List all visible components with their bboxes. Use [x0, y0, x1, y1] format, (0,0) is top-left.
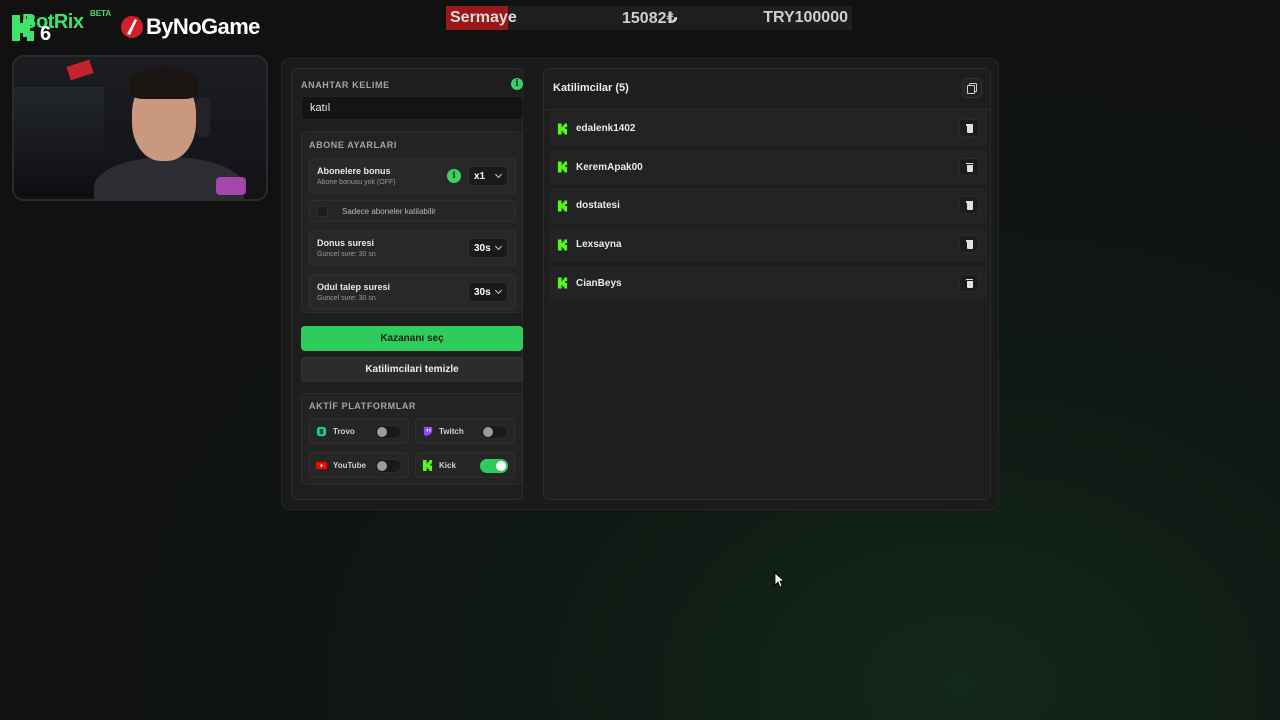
youtube-icon: [316, 461, 327, 469]
kick-toggle[interactable]: [480, 459, 508, 473]
flag-icon: [66, 59, 94, 81]
kick-icon: [557, 200, 568, 212]
subscriber-settings: ABONE AYARLARI Abonelere bonus Abone bon…: [301, 131, 523, 313]
subscribers-only-row[interactable]: Sadece aboneler katilabilir: [309, 200, 516, 222]
claim-duration-value: 30s: [474, 286, 491, 298]
claim-duration-select[interactable]: 30s: [468, 282, 508, 302]
bynogame-text: ByNoGame: [146, 14, 260, 39]
subscriber-bonus-row: Abonelere bonus Abone bonusu yok (OFF) i…: [309, 158, 516, 194]
brand-logos: BotRix 6 BETA ByNoGame: [10, 6, 260, 48]
divider: [544, 109, 990, 110]
participants-column: Katilimcilar (5) edalenk1402 KeremApak00…: [543, 68, 991, 500]
info-icon[interactable]: i: [447, 169, 461, 183]
trash-icon[interactable]: [959, 235, 979, 254]
participant-name: dostatesi: [576, 200, 620, 212]
kick-icon: [557, 123, 568, 134]
platform-name: Trovo: [333, 426, 355, 436]
bynogame-mark-icon: [121, 16, 143, 38]
participant-name: Lexsayna: [576, 239, 622, 251]
botrix-text: BotRix: [22, 11, 84, 33]
bynogame-logo: ByNoGame: [120, 14, 260, 40]
subscribers-only-label: Sadece aboneler katilabilir: [342, 206, 436, 216]
participant-name: KeremApak00: [576, 161, 643, 173]
botrix-number: 6: [40, 23, 52, 45]
platform-trovo: Trovo: [309, 418, 409, 444]
bonus-multiplier-value: x1: [474, 170, 486, 182]
chevron-down-icon: [494, 242, 503, 251]
platform-name: YouTube: [333, 460, 367, 470]
keyword-input[interactable]: katıl: [301, 96, 523, 120]
clear-participants-button[interactable]: Katilimcilari temizle: [301, 357, 523, 382]
capital-bar: Sermaye 15082₺ TRY100000: [446, 6, 852, 30]
beta-badge: BETA: [90, 9, 112, 18]
participant-name: edalenk1402: [576, 123, 636, 134]
kick-icon: [557, 239, 568, 251]
trovo-toggle[interactable]: [374, 425, 402, 439]
active-platforms: AKTİF PLATFORMLAR Trovo Twitch YouTube K…: [301, 393, 523, 485]
participants-title: Katilimcilar (5): [553, 82, 629, 94]
claim-duration-title: Odul talep suresi: [317, 282, 391, 292]
participant-row: dostatesi: [549, 188, 987, 224]
kick-icon: [557, 161, 568, 173]
webcam-overlay: [12, 55, 268, 201]
chevron-down-icon: [494, 286, 503, 295]
giveaway-panel: ANAHTAR KELIME i katıl ABONE AYARLARI Ab…: [281, 58, 999, 510]
bonus-duration-row: Donus suresi Guncel sure: 30 sn 30s: [309, 230, 516, 266]
bonus-duration-subtitle: Guncel sure: 30 sn: [317, 251, 376, 258]
twitch-icon: [423, 426, 433, 437]
mouse-cursor-icon: [774, 572, 786, 588]
subscriber-bonus-subtitle: Abone bonusu yok (OFF): [317, 179, 396, 186]
subscribers-only-checkbox[interactable]: [317, 205, 328, 217]
participant-row: KeremApak00: [549, 149, 987, 185]
participant-row: edalenk1402: [549, 111, 987, 146]
youtube-toggle[interactable]: [374, 459, 402, 473]
kick-icon: [557, 277, 568, 289]
botrix-logo: BotRix 6 BETA: [10, 7, 111, 47]
active-platforms-title: AKTİF PLATFORMLAR: [309, 401, 417, 411]
platform-name: Twitch: [439, 426, 464, 436]
keyword-title: ANAHTAR KELIME: [301, 80, 390, 90]
bonus-multiplier-select[interactable]: x1: [468, 166, 508, 186]
capital-target: TRY100000: [763, 9, 848, 26]
participant-list: edalenk1402 KeremApak00 dostatesi Lexsay…: [549, 111, 987, 304]
trovo-icon: [316, 426, 327, 436]
kick-icon: [422, 459, 433, 471]
subscriber-settings-title: ABONE AYARLARI: [309, 140, 397, 150]
twitch-toggle[interactable]: [480, 425, 508, 439]
info-icon[interactable]: i: [511, 78, 523, 90]
copy-icon[interactable]: [962, 78, 982, 98]
platform-twitch: Twitch: [415, 418, 515, 444]
claim-duration-subtitle: Guncel sure: 30 sn: [317, 295, 376, 302]
trash-icon[interactable]: [959, 119, 979, 137]
chevron-down-icon: [494, 170, 503, 179]
platform-youtube: YouTube: [309, 452, 409, 478]
participant-name: CianBeys: [576, 277, 622, 289]
platform-name: Kick: [439, 460, 456, 470]
platform-kick: Kick: [415, 452, 515, 478]
participant-row: CianBeys: [549, 265, 987, 301]
bonus-duration-value: 30s: [474, 242, 491, 254]
capital-label: Sermaye: [446, 6, 517, 30]
capital-amount: 15082₺: [622, 10, 678, 27]
trash-icon[interactable]: [959, 157, 979, 176]
trash-icon[interactable]: [959, 196, 979, 215]
bonus-duration-select[interactable]: 30s: [468, 238, 508, 258]
trash-icon[interactable]: [959, 273, 979, 292]
bonus-duration-title: Donus suresi: [317, 238, 375, 248]
participant-row: Lexsayna: [549, 227, 987, 263]
subscriber-bonus-title: Abonelere bonus: [317, 166, 391, 176]
claim-duration-row: Odul talep suresi Guncel sure: 30 sn 30s: [309, 274, 516, 310]
headset-icon: [196, 97, 210, 137]
settings-column: ANAHTAR KELIME i katıl ABONE AYARLARI Ab…: [291, 68, 523, 500]
pick-winner-button[interactable]: Kazananı seç: [301, 326, 523, 351]
